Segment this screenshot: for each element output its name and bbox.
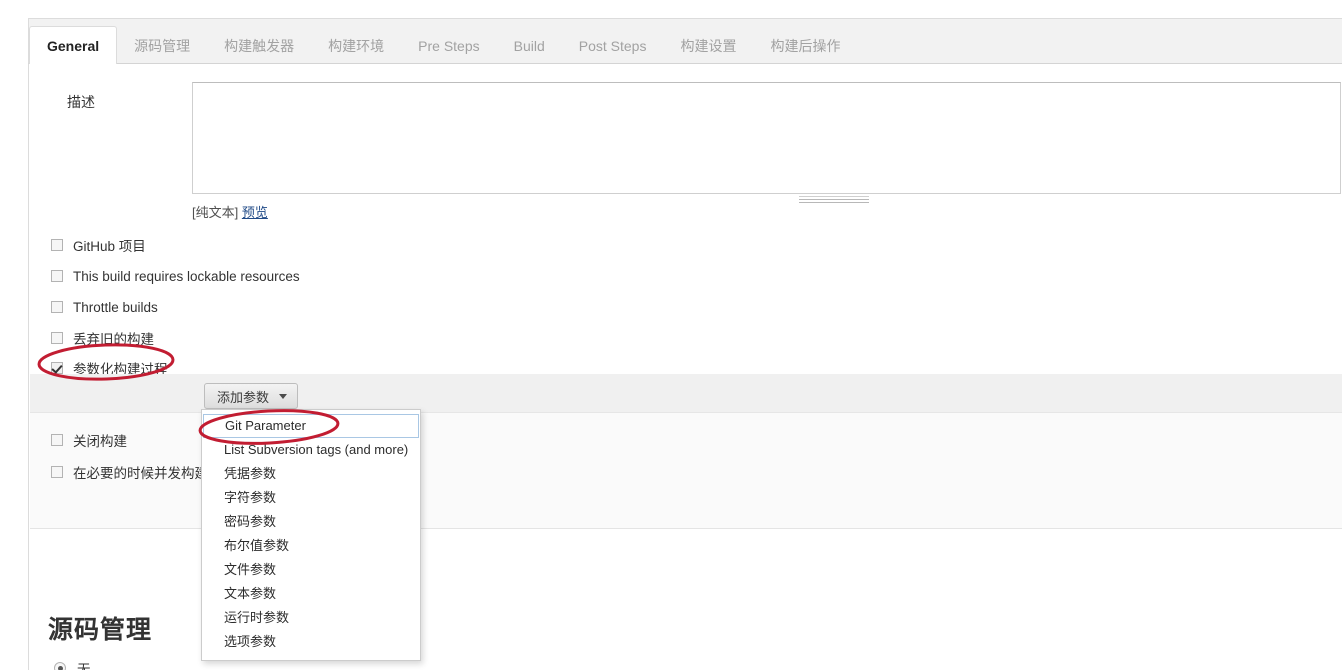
lower-checkbox-row-1[interactable]: 在必要的时候并发构建 bbox=[51, 461, 208, 483]
menu-item-5[interactable]: 布尔值参数 bbox=[202, 534, 420, 558]
tab-list: General 源码管理 构建触发器 构建环境 Pre Steps Build Post S… bbox=[29, 18, 857, 66]
checkbox-icon[interactable] bbox=[51, 270, 63, 282]
chevron-down-icon bbox=[279, 393, 288, 399]
description-label: 描述 bbox=[67, 94, 95, 110]
scm-section-title: 源码管理 bbox=[48, 616, 153, 644]
menu-item-2[interactable]: 凭据参数 bbox=[202, 462, 420, 486]
description-row: 描述 [纯文本] 预览 bbox=[29, 64, 1342, 224]
menu-item-7[interactable]: 文本参数 bbox=[202, 582, 420, 606]
checkbox-icon[interactable] bbox=[51, 332, 63, 344]
checkbox-label: 在必要的时候并发构建 bbox=[73, 466, 208, 481]
menu-item-1[interactable]: List Subversion tags (and more) bbox=[202, 438, 420, 462]
tab-1[interactable]: 源码管理 bbox=[117, 27, 207, 65]
menu-item-3[interactable]: 字符参数 bbox=[202, 486, 420, 510]
checkbox-icon[interactable] bbox=[51, 434, 63, 446]
tab-5[interactable]: Build bbox=[497, 27, 562, 65]
description-footnote: [纯文本] 预览 bbox=[192, 202, 268, 221]
checkbox-icon[interactable] bbox=[51, 239, 63, 251]
menu-item-9[interactable]: 选项参数 bbox=[202, 630, 420, 654]
menu-item-4[interactable]: 密码参数 bbox=[202, 510, 420, 534]
tab-2[interactable]: 构建触发器 bbox=[207, 27, 311, 65]
tab-active-0[interactable]: General bbox=[29, 26, 118, 66]
checkbox-label: GitHub 项目 bbox=[73, 239, 146, 254]
scm-radio-label: 无 bbox=[77, 662, 91, 670]
checkbox-label: Throttle builds bbox=[73, 299, 158, 315]
tab-6[interactable]: Post Steps bbox=[562, 27, 664, 65]
checkbox-row-1[interactable]: This build requires lockable resources bbox=[51, 265, 300, 287]
checkbox-label: This build requires lockable resources bbox=[73, 268, 300, 284]
plain-text-note: [纯文本] bbox=[192, 205, 239, 220]
tab-4[interactable]: Pre Steps bbox=[401, 27, 496, 65]
tab-8[interactable]: 构建后操作 bbox=[753, 27, 857, 65]
checkbox-icon[interactable] bbox=[51, 301, 63, 313]
menu-item-6[interactable]: 文件参数 bbox=[202, 558, 420, 582]
menu-item-8[interactable]: 运行时参数 bbox=[202, 606, 420, 630]
tab-3[interactable]: 构建环境 bbox=[311, 27, 401, 65]
tab-7[interactable]: 构建设置 bbox=[663, 27, 753, 65]
add-parameter-label: 添加参数 bbox=[217, 389, 270, 405]
checkbox-row-3[interactable]: 丢弃旧的构建 bbox=[51, 327, 154, 349]
checkbox-label: 关闭构建 bbox=[73, 434, 127, 449]
textarea-resize-grip[interactable] bbox=[799, 194, 869, 203]
radio-selected-icon[interactable] bbox=[54, 662, 66, 670]
preview-link[interactable]: 预览 bbox=[242, 205, 268, 220]
jenkins-job-config-page: General 源码管理 构建触发器 构建环境 Pre Steps Build Post S… bbox=[0, 0, 1342, 670]
checkbox-icon[interactable] bbox=[51, 466, 63, 478]
menu-item-0[interactable]: Git Parameter bbox=[203, 414, 419, 438]
parameter-type-dropdown-menu[interactable]: Git Parameter List Subversion tags (and m… bbox=[201, 409, 421, 661]
config-tab-bar: General 源码管理 构建触发器 构建环境 Pre Steps Build Post S… bbox=[28, 18, 1342, 66]
lower-checkbox-row-0[interactable]: 关闭构建 bbox=[51, 429, 127, 451]
add-parameter-button[interactable]: 添加参数 bbox=[204, 383, 299, 409]
checkbox-checked-icon[interactable] bbox=[51, 362, 63, 374]
checkbox-row-2[interactable]: Throttle builds bbox=[51, 296, 158, 318]
scm-radio-row-0[interactable]: 无 bbox=[54, 657, 91, 670]
description-textarea[interactable] bbox=[192, 82, 1341, 194]
checkbox-row-0[interactable]: GitHub 项目 bbox=[51, 234, 146, 256]
checkbox-label: 丢弃旧的构建 bbox=[73, 332, 154, 347]
